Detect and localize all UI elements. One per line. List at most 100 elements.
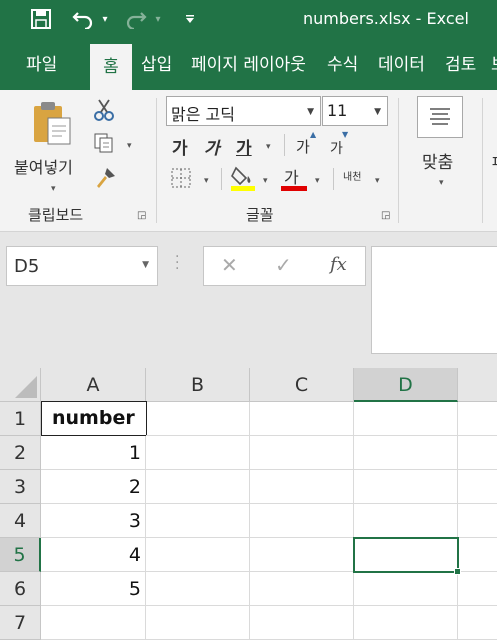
cell-e3[interactable]	[458, 470, 497, 504]
font-launcher-icon[interactable]: ◲	[381, 210, 390, 221]
redo-icon	[123, 6, 149, 32]
cancel-icon[interactable]: ✕	[221, 253, 238, 277]
cell-a4[interactable]: 3	[41, 504, 146, 538]
cell-c3[interactable]	[250, 470, 354, 504]
formula-buttons: ✕ ✓ fx	[203, 246, 366, 286]
phonetic-dropdown-icon[interactable]: ▾	[375, 176, 380, 186]
save-icon[interactable]	[28, 6, 54, 32]
cell-b5[interactable]	[146, 538, 250, 572]
paste-dropdown-icon[interactable]: ▾	[51, 184, 56, 194]
tab-file[interactable]: 파일	[26, 40, 57, 90]
cell-b1[interactable]	[146, 402, 250, 436]
copy-dropdown-icon[interactable]: ▾	[127, 141, 132, 151]
row-header-3[interactable]: 3	[0, 470, 41, 504]
cell-d1[interactable]	[354, 402, 458, 436]
undo-dropdown-icon[interactable]: ▾	[99, 6, 111, 32]
cell-c6[interactable]	[250, 572, 354, 606]
fill-color-icon[interactable]	[230, 164, 256, 196]
grow-font-button[interactable]: 가	[296, 136, 310, 157]
cell-b2[interactable]	[146, 436, 250, 470]
cell-c2[interactable]	[250, 436, 354, 470]
cell-e6[interactable]	[458, 572, 497, 606]
cell-b3[interactable]	[146, 470, 250, 504]
tab-view[interactable]: 보	[491, 40, 497, 90]
shrink-font-button[interactable]: 가	[330, 138, 343, 158]
cell-a2[interactable]: 1	[41, 436, 146, 470]
cell-c4[interactable]	[250, 504, 354, 538]
shrink-arrow-icon: ▼	[342, 130, 349, 139]
cell-e7[interactable]	[458, 606, 497, 640]
alignment-button[interactable]: 맞춤 ▾	[412, 96, 472, 196]
name-box[interactable]: D5 ▼	[6, 246, 158, 286]
copy-icon[interactable]	[93, 132, 115, 158]
formula-input[interactable]	[371, 246, 497, 354]
cell-c1[interactable]	[250, 402, 354, 436]
column-header-b[interactable]: B	[146, 368, 250, 402]
font-color-dropdown-icon[interactable]: ▾	[315, 176, 320, 186]
tab-page-layout[interactable]: 페이지 레이아웃	[191, 40, 317, 90]
cell-a6[interactable]: 5	[41, 572, 146, 606]
redo-dropdown-icon: ▾	[155, 13, 161, 25]
cell-d5-active[interactable]	[353, 537, 459, 573]
underline-button[interactable]: 가	[236, 134, 252, 159]
underline-dropdown-icon[interactable]: ▾	[266, 142, 271, 152]
enter-icon[interactable]: ✓	[275, 253, 292, 277]
tab-formulas[interactable]: 수식	[327, 40, 358, 90]
row-header-1[interactable]: 1	[0, 402, 41, 436]
cell-a1[interactable]: number	[41, 401, 147, 436]
cell-e2[interactable]	[458, 436, 497, 470]
chevron-down-icon[interactable]: ▼	[142, 260, 149, 270]
cell-d3[interactable]	[354, 470, 458, 504]
cell-a5[interactable]: 4	[41, 538, 146, 572]
border-dropdown-icon[interactable]: ▾	[204, 176, 209, 186]
cell-a3[interactable]: 2	[41, 470, 146, 504]
customize-qat-icon[interactable]	[182, 6, 198, 32]
cell-c7[interactable]	[250, 606, 354, 640]
cell-e4[interactable]	[458, 504, 497, 538]
row-header-4[interactable]: 4	[0, 504, 41, 538]
cell-d6[interactable]	[354, 572, 458, 606]
format-painter-icon[interactable]	[93, 166, 117, 194]
column-header-e[interactable]	[458, 368, 497, 402]
undo-icon[interactable]	[70, 6, 96, 32]
formula-bar-resize-handle[interactable]: · · ·	[175, 250, 179, 276]
tab-review[interactable]: 검토	[445, 40, 476, 90]
tab-insert[interactable]: 삽입	[141, 40, 172, 90]
cell-c5[interactable]	[250, 538, 354, 572]
font-group-label: 글꼴	[246, 206, 274, 224]
row-header-6[interactable]: 6	[0, 572, 41, 606]
alignment-dropdown-icon[interactable]: ▾	[439, 178, 444, 188]
cut-icon[interactable]	[93, 98, 115, 126]
cell-e1[interactable]	[458, 402, 497, 436]
clipboard-launcher-icon[interactable]: ◲	[137, 210, 146, 221]
cell-d4[interactable]	[354, 504, 458, 538]
window-title: numbers.xlsx - Excel	[303, 9, 469, 28]
fill-color-dropdown-icon[interactable]: ▾	[263, 176, 268, 186]
paste-button[interactable]: 붙여넣기 ▾	[8, 96, 82, 196]
font-size-select[interactable]: 11 ▼	[322, 96, 388, 126]
cell-b7[interactable]	[146, 606, 250, 640]
cell-e5[interactable]	[458, 538, 497, 572]
insert-function-icon[interactable]: fx	[330, 254, 347, 275]
column-header-a[interactable]: A	[41, 368, 146, 402]
select-all-button[interactable]	[0, 368, 41, 402]
tab-home[interactable]: 홈	[90, 44, 132, 90]
row-header-5[interactable]: 5	[0, 538, 41, 572]
italic-button[interactable]: 가	[204, 134, 220, 159]
fill-handle[interactable]	[454, 568, 461, 575]
row-header-7[interactable]: 7	[0, 606, 41, 640]
cell-d2[interactable]	[354, 436, 458, 470]
font-color-button[interactable]: 가	[281, 164, 307, 192]
tab-data[interactable]: 데이터	[378, 40, 425, 90]
column-header-d[interactable]: D	[354, 368, 458, 402]
bold-button[interactable]: 가	[172, 134, 188, 159]
phonetic-guide-button[interactable]: 내천	[343, 168, 361, 183]
cell-d7[interactable]	[354, 606, 458, 640]
column-header-c[interactable]: C	[250, 368, 354, 402]
row-header-2[interactable]: 2	[0, 436, 41, 470]
font-family-select[interactable]: 맑은 고딕 ▼	[166, 96, 321, 126]
cell-a7[interactable]	[41, 606, 146, 640]
cell-b4[interactable]	[146, 504, 250, 538]
border-icon[interactable]	[171, 168, 191, 192]
cell-b6[interactable]	[146, 572, 250, 606]
